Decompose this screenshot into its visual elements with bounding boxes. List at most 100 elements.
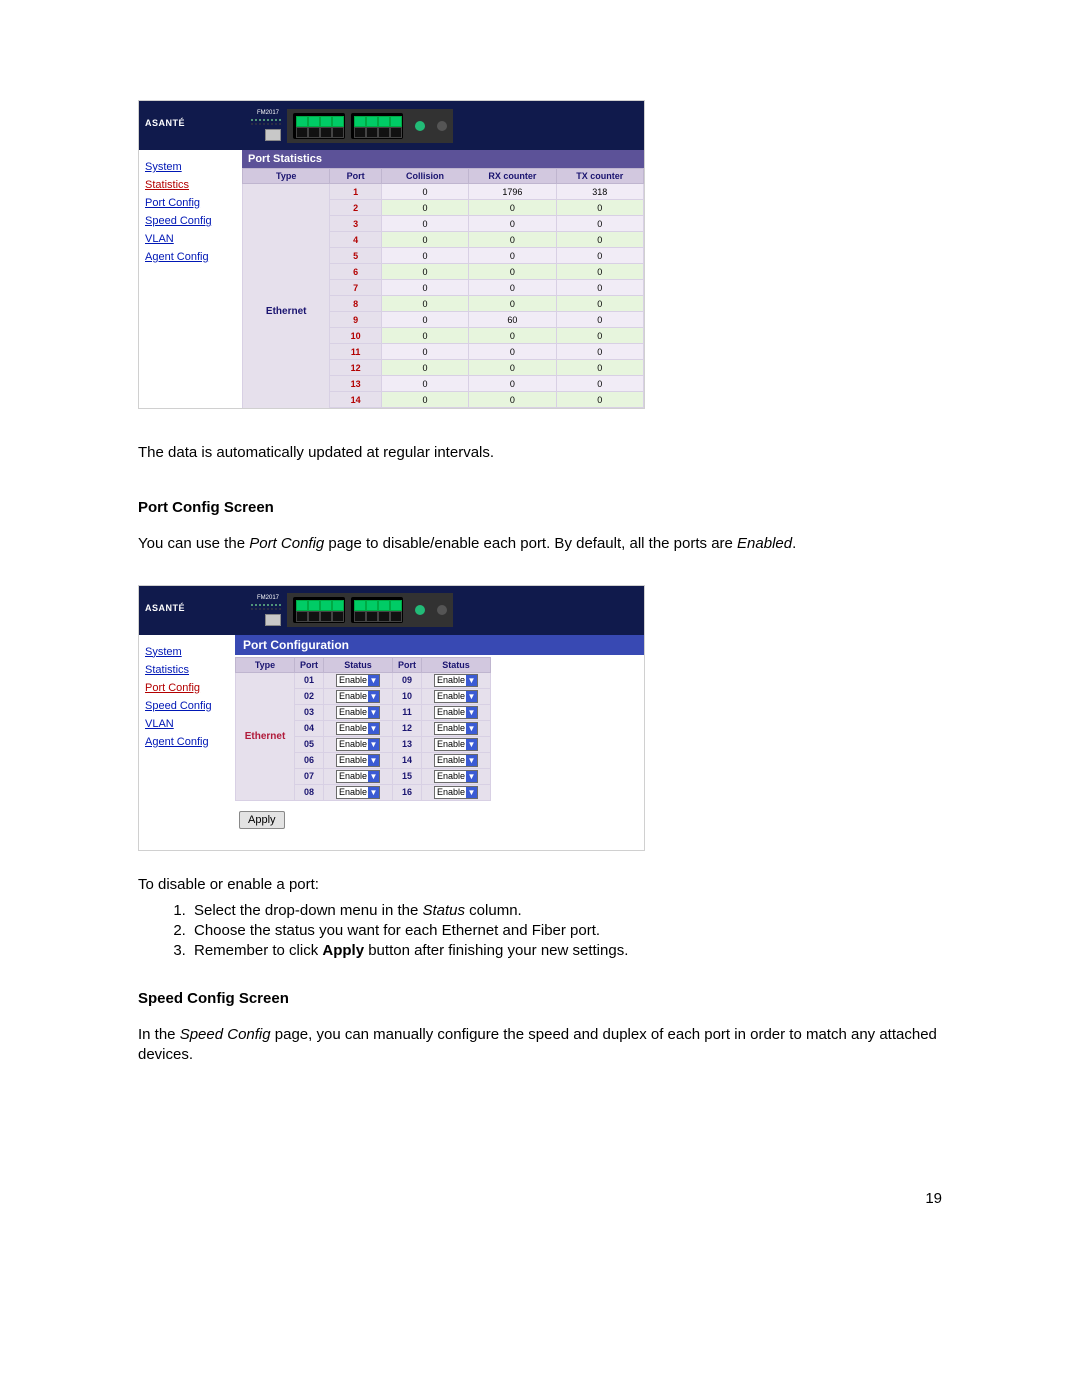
management-port-icon [265,129,281,141]
fiber-port-icon [415,605,425,615]
apply-button[interactable]: Apply [239,811,285,829]
table-row: Ethernet101796318 [243,184,644,200]
rx-cell: 0 [469,200,556,216]
col-status: Status [422,657,491,672]
status-select[interactable]: Enable▼ [434,690,478,703]
sidebar-item-vlan[interactable]: VLAN [145,230,242,248]
chevron-down-icon: ▼ [368,787,379,798]
chevron-down-icon: ▼ [368,707,379,718]
col-port: Port [295,657,324,672]
collision-cell: 0 [381,232,468,248]
status-select[interactable]: Enable▼ [336,754,380,767]
status-cell: Enable▼ [422,688,491,704]
chevron-down-icon: ▼ [368,755,379,766]
port-number-cell: 6 [330,264,381,280]
port-number-cell: 10 [330,328,381,344]
tx-cell: 0 [556,248,643,264]
status-cell: Enable▼ [324,768,393,784]
sidebar-item-vlan[interactable]: VLAN [145,715,235,733]
rj45-port-panel [287,593,453,627]
collision-cell: 0 [381,264,468,280]
status-select[interactable]: Enable▼ [336,722,380,735]
rx-cell: 0 [469,232,556,248]
port-number-cell: 1 [330,184,381,200]
sidebar-item-port-config[interactable]: Port Config [145,194,242,212]
port-number-cell: 12 [393,720,422,736]
chevron-down-icon: ▼ [368,771,379,782]
sidebar-nav: System Statistics Port Config Speed Conf… [139,635,235,850]
status-select[interactable]: Enable▼ [336,738,380,751]
status-cell: Enable▼ [422,768,491,784]
chevron-down-icon: ▼ [466,691,477,702]
collision-cell: 0 [381,248,468,264]
model-label: FM2017 [257,110,279,116]
sidebar-item-system[interactable]: System [145,158,242,176]
tx-cell: 0 [556,280,643,296]
fiber-port-icon [415,121,425,131]
page-number: 19 [925,1190,942,1207]
panel-title: Port Statistics [242,150,644,168]
port-number-cell: 14 [393,752,422,768]
brand-tagline [145,128,215,133]
collision-cell: 0 [381,328,468,344]
status-select[interactable]: Enable▼ [434,738,478,751]
collision-cell: 0 [381,360,468,376]
col-type: Type [236,657,295,672]
status-select[interactable]: Enable▼ [336,706,380,719]
table-row: Ethernet01Enable▼09Enable▼ [236,672,491,688]
port-number-cell: 9 [330,312,381,328]
document-page: ASANTÉ FM2017 [0,0,1080,1397]
sidebar-item-port-config[interactable]: Port Config [145,679,235,697]
status-select[interactable]: Enable▼ [336,770,380,783]
brand-logo: ASANTÉ [145,118,215,133]
sidebar-item-agent-config[interactable]: Agent Config [145,733,235,751]
management-port-icon [265,614,281,626]
sidebar-item-system[interactable]: System [145,643,235,661]
sidebar-item-speed-config[interactable]: Speed Config [145,212,242,230]
port-number-cell: 7 [330,280,381,296]
chevron-down-icon: ▼ [466,787,477,798]
sidebar-item-statistics[interactable]: Statistics [145,176,242,194]
collision-cell: 0 [381,312,468,328]
status-cell: Enable▼ [422,784,491,800]
port-config-table: Type Port Status Port Status Ethernet01E… [235,657,491,801]
collision-cell: 0 [381,392,468,408]
tx-cell: 0 [556,392,643,408]
rx-cell: 1796 [469,184,556,200]
port-number-cell: 07 [295,768,324,784]
sidebar-item-speed-config[interactable]: Speed Config [145,697,235,715]
sidebar-item-statistics[interactable]: Statistics [145,661,235,679]
col-port: Port [393,657,422,672]
tx-cell: 0 [556,296,643,312]
status-select[interactable]: Enable▼ [434,674,478,687]
status-select[interactable]: Enable▼ [336,786,380,799]
status-select[interactable]: Enable▼ [434,754,478,767]
port-number-cell: 11 [393,704,422,720]
status-select[interactable]: Enable▼ [336,690,380,703]
status-select[interactable]: Enable▼ [434,770,478,783]
port-number-cell: 5 [330,248,381,264]
chevron-down-icon: ▼ [466,755,477,766]
status-select[interactable]: Enable▼ [434,706,478,719]
led-panel: FM2017 [221,595,281,626]
tx-cell: 0 [556,216,643,232]
tx-cell: 0 [556,360,643,376]
tx-cell: 318 [556,184,643,200]
rx-cell: 0 [469,264,556,280]
collision-cell: 0 [381,216,468,232]
type-cell: Ethernet [243,184,330,409]
tx-cell: 0 [556,376,643,392]
switch-faceplate: ASANTÉ FM2017 [139,586,644,635]
status-select[interactable]: Enable▼ [434,722,478,735]
status-select[interactable]: Enable▼ [434,786,478,799]
port-number-cell: 14 [330,392,381,408]
tx-cell: 0 [556,312,643,328]
rx-cell: 0 [469,360,556,376]
tx-cell: 0 [556,264,643,280]
port-number-cell: 2 [330,200,381,216]
body-text: The data is automatically updated at reg… [138,443,950,463]
sidebar-item-agent-config[interactable]: Agent Config [145,248,242,266]
port-number-cell: 01 [295,672,324,688]
col-port: Port [330,169,381,184]
status-select[interactable]: Enable▼ [336,674,380,687]
